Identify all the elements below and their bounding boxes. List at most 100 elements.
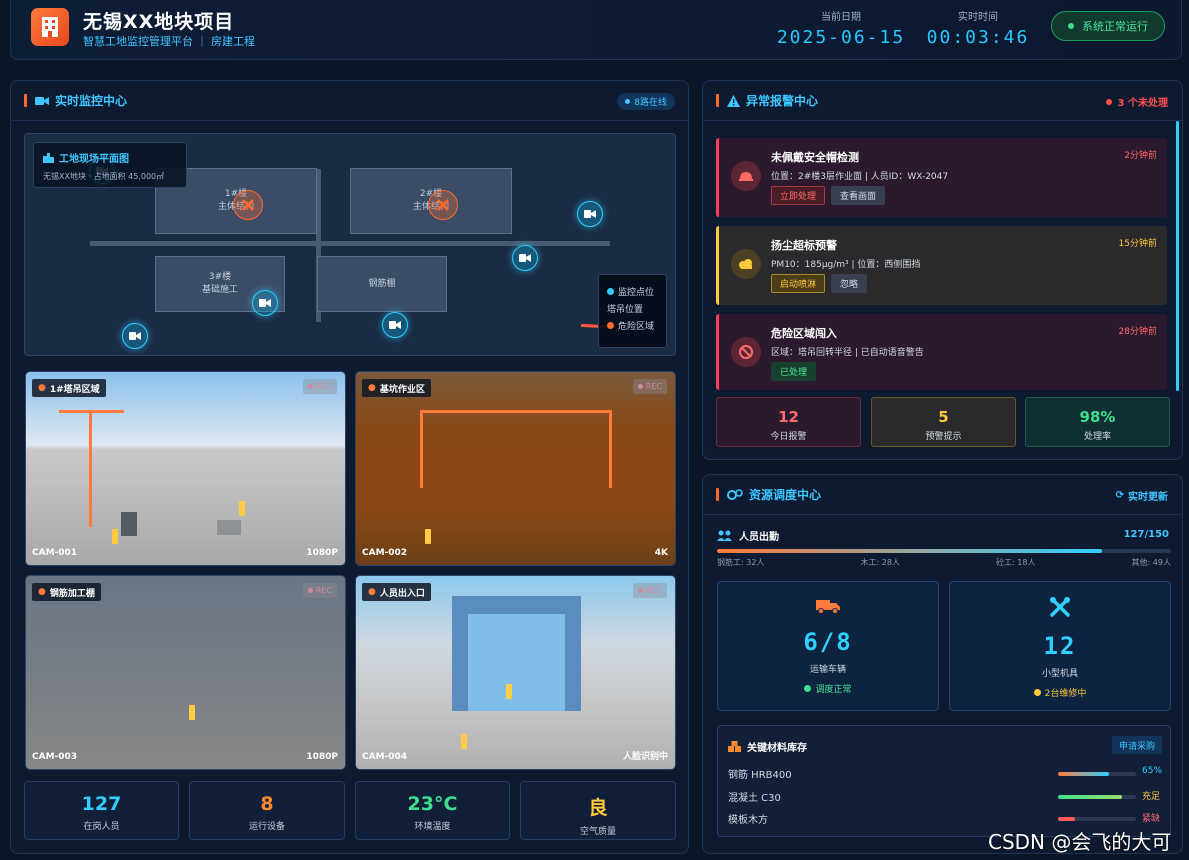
refresh-button[interactable]: ⟳ 实时更新 xyxy=(1116,488,1168,503)
pending-alerts-count: 3 个未处理 xyxy=(1105,94,1168,109)
vehicle-label: 运输车辆 xyxy=(809,665,846,675)
online-count-badge: 8路在线 xyxy=(617,93,675,110)
materials-title: 关键材料库存 xyxy=(747,743,807,754)
request-purchase-button[interactable]: 申请采购 xyxy=(1111,736,1162,754)
wrench-icon xyxy=(950,596,1170,622)
legend-camera-dot-icon xyxy=(607,288,614,295)
material-row-concrete: 混凝土 C30 充足 xyxy=(728,792,1161,804)
resource-panel-header: 资源调度中心 ⟳ 实时更新 xyxy=(703,475,1182,515)
map-legend: 监控点位 塔吊位置 危险区域 xyxy=(598,274,667,348)
alert-scrollbar[interactable] xyxy=(1176,121,1179,391)
legend-crane: 塔吊位置 xyxy=(607,305,644,315)
monitor-panel: 实时监控中心 8路在线 1#楼 主体结构 2#楼 主体结构 3#楼 基础施工 钢筋棚 xyxy=(10,80,689,854)
boxes-icon xyxy=(728,741,741,752)
vehicle-count: 6/8 xyxy=(803,628,853,656)
camera-1-id: CAM-001 xyxy=(32,548,78,558)
map-layers-icon xyxy=(43,152,54,163)
camera-feed-2[interactable]: ● 基坑作业区 REC CAM-002 4K xyxy=(355,371,676,566)
time-label: 实时时间 xyxy=(958,12,998,23)
camera-1-rec-badge: REC xyxy=(302,379,337,394)
timber-level-fill xyxy=(1058,817,1076,821)
system-status-text: 系统正常运行 xyxy=(1082,20,1148,33)
summary-handle-rate: 98% 处理率 xyxy=(1025,397,1170,447)
map-camera-3-icon[interactable] xyxy=(512,245,538,271)
rebar-shed[interactable]: 钢筋棚 xyxy=(317,256,447,312)
camera-4-resolution: 人脸识别中 xyxy=(622,752,668,762)
camera-4-area-label: ● 人员出入口 xyxy=(362,583,431,601)
camera-3-rec-badge: REC xyxy=(302,583,337,598)
camera-3-id: CAM-003 xyxy=(32,752,78,762)
cloud-icon xyxy=(731,249,761,279)
view-footage-button[interactable]: 查看画面 xyxy=(831,186,886,205)
handled-button[interactable]: 已处理 xyxy=(771,362,817,381)
truck-icon xyxy=(718,598,938,618)
camera-2-area-label: ● 基坑作业区 xyxy=(362,379,431,397)
helmet-icon xyxy=(731,161,761,191)
current-time: 00:03:46 xyxy=(926,27,1030,48)
refresh-icon: ⟳ xyxy=(1115,490,1124,501)
alert-item-helmet[interactable]: 未佩戴安全帽检测 2分钟前 位置：2#楼3层作业面 | 人员ID：WX-2047… xyxy=(716,138,1167,217)
camera-4-id: CAM-004 xyxy=(362,752,408,762)
tools-status: 2台维修中 xyxy=(950,686,1170,699)
video-camera-icon xyxy=(35,96,49,105)
monitor-panel-header: 实时监控中心 8路在线 xyxy=(11,81,688,121)
legend-danger: 危险区域 xyxy=(618,322,655,332)
resource-title: 资源调度中心 xyxy=(749,488,822,502)
camera-2-resolution: 4K xyxy=(654,548,668,558)
resource-panel: 资源调度中心 ⟳ 实时更新 人员出勤 127/150 钢筋工: 32人 木工: 2… xyxy=(702,474,1183,854)
summary-today-alerts: 12 今日报警 xyxy=(716,397,861,447)
vehicle-card[interactable]: 6/8 运输车辆 调度正常 xyxy=(717,581,939,711)
map-pin-icon: ● xyxy=(368,383,376,393)
current-date: 2025-06-15 xyxy=(776,27,906,48)
map-info: 无锡XX地块 · 占地面积 45,000㎡ xyxy=(43,172,165,181)
attendance-progress-fill xyxy=(717,549,1102,553)
monitor-title: 实时监控中心 xyxy=(55,94,128,108)
attendance-value: 127/150 xyxy=(1123,529,1169,540)
site-map[interactable]: 1#楼 主体结构 2#楼 主体结构 3#楼 基础施工 钢筋棚 工地现场平面图 无… xyxy=(24,133,676,356)
attendance-progress-bar xyxy=(717,549,1171,553)
tools-count: 12 xyxy=(1043,632,1077,660)
camera-2-id: CAM-002 xyxy=(362,548,408,558)
map-camera-5-icon[interactable] xyxy=(382,312,408,338)
map-camera-4-icon[interactable] xyxy=(252,290,278,316)
camera-feed-1[interactable]: ● 1#塔吊区域 REC CAM-001 1080P xyxy=(25,371,346,566)
alert-item-danger-zone[interactable]: 危险区域闯入 28分钟前 区域：塔吊回转半径 | 已自动语音警告 已处理 xyxy=(716,314,1167,390)
map-road-horizontal xyxy=(90,241,610,246)
concrete-level-fill xyxy=(1058,795,1122,799)
camera-1-resolution: 1080P xyxy=(306,548,338,558)
summary-warnings: 5 预警提示 xyxy=(871,397,1016,447)
map-camera-2-icon[interactable] xyxy=(577,201,603,227)
legend-danger-dot-icon xyxy=(607,322,614,329)
camera-4-rec-badge: REC xyxy=(632,583,667,598)
legend-camera: 监控点位 xyxy=(618,288,655,298)
map-camera-6-icon[interactable] xyxy=(122,323,148,349)
tower-crane-2-icon[interactable] xyxy=(428,190,458,220)
map-pin-icon: ● xyxy=(368,587,376,597)
start-sprinkler-button[interactable]: 启动喷淋 xyxy=(771,274,826,293)
stat-personnel: 127 在岗人员 xyxy=(24,781,179,840)
handle-now-button[interactable]: 立即处理 xyxy=(771,186,826,205)
camera-feed-4[interactable]: ● 人员出入口 REC CAM-004 人脸识别中 xyxy=(355,575,676,770)
stat-devices: 8 运行设备 xyxy=(189,781,345,840)
camera-3-area-label: ● 钢筋加工棚 xyxy=(32,583,101,601)
tools-card[interactable]: 12 小型机具 2台维修中 xyxy=(949,581,1171,711)
map-title: 工地现场平面图 xyxy=(59,154,129,165)
map-pin-icon: ● xyxy=(38,587,46,597)
gears-icon xyxy=(727,488,743,500)
tools-label: 小型机具 xyxy=(1041,669,1078,679)
alert-title: 异常报警中心 xyxy=(746,94,819,108)
time-block: 实时时间 00:03:46 xyxy=(923,8,1033,48)
no-entry-icon xyxy=(731,337,761,367)
date-label: 当前日期 xyxy=(821,12,861,23)
ignore-button[interactable]: 忽略 xyxy=(831,274,868,293)
stat-temperature: 23°C 环境温度 xyxy=(355,781,510,840)
online-count-text: 8路在线 xyxy=(634,98,667,108)
camera-feed-3[interactable]: ● 钢筋加工棚 REC CAM-003 1080P xyxy=(25,575,346,770)
camera-1-area-label: ● 1#塔吊区域 xyxy=(32,379,106,397)
attendance-header: 人员出勤 xyxy=(717,528,779,543)
material-row-rebar: 钢筋 HRB400 65% xyxy=(728,766,1163,781)
date-block: 当前日期 2025-06-15 xyxy=(776,8,906,48)
tower-crane-1-icon[interactable] xyxy=(233,190,263,220)
alert-item-dust[interactable]: 扬尘超标预警 15分钟前 PM10：185μg/m³ | 位置：西侧围挡 启动喷… xyxy=(716,226,1167,305)
users-icon xyxy=(717,530,732,541)
